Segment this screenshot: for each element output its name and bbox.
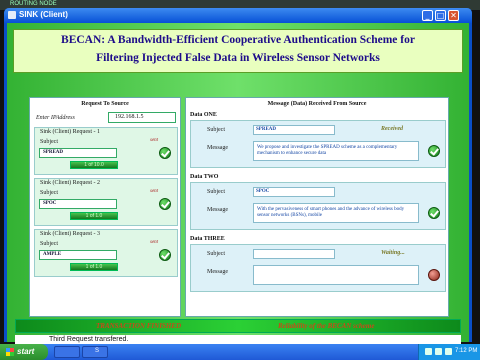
- start-label: start: [17, 347, 35, 356]
- security-icon[interactable]: [445, 348, 452, 355]
- data-three-status: Waiting...: [381, 250, 405, 256]
- window-title: SINK (Client): [19, 10, 68, 19]
- request-subject-label: Subject: [40, 241, 58, 247]
- request-panel-title: Request To Source: [81, 101, 129, 107]
- message-label: Message: [207, 269, 228, 275]
- request-sent-label: sent: [150, 138, 159, 143]
- taskbar-button-1[interactable]: [54, 346, 80, 358]
- request-progress: 1 of 10.0: [70, 161, 118, 169]
- taskbar-button-2[interactable]: S: [82, 346, 108, 358]
- routing-node-label: ROUTING NODE: [10, 1, 57, 7]
- request-subject-label: Subject: [40, 190, 58, 196]
- received-panel-title: Message (Data) Received From Source: [267, 101, 367, 107]
- check-circle-icon: [159, 249, 171, 261]
- data-three-subject[interactable]: [253, 249, 335, 259]
- subject-label: Subject: [207, 251, 225, 257]
- request-title: Sink (Client) Request - 1: [40, 129, 100, 135]
- status-strip: TRANSACTION FINISHED Reliability of the …: [15, 319, 461, 333]
- data-two-subject[interactable]: SPOC: [253, 187, 335, 197]
- request-sent-label: sent: [150, 240, 159, 245]
- ip-address-label: Enter IPAddress: [36, 115, 75, 121]
- data-one-label: Data ONE: [190, 112, 217, 118]
- system-tray: 7:12 PM: [418, 344, 480, 360]
- request-subject-input[interactable]: SPOC: [39, 199, 117, 209]
- request-subject-input[interactable]: AMPLE: [39, 250, 117, 260]
- message-label: Message: [207, 207, 228, 213]
- network-icon[interactable]: [425, 348, 432, 355]
- data-three-message[interactable]: [253, 265, 419, 285]
- check-circle-icon: [159, 147, 171, 159]
- request-subject-label: Subject: [40, 139, 58, 145]
- request-subject-input[interactable]: SPREAD: [39, 148, 117, 158]
- minimize-button[interactable]: _: [422, 10, 433, 21]
- request-progress-text: 1 of 1.0: [85, 213, 103, 219]
- data-two-message[interactable]: With the pervasiveness of smart phones a…: [253, 203, 419, 223]
- received-panel: Message (Data) Received From Source Data…: [185, 97, 449, 317]
- scheme-status: Reliability of the BECAN scheme: [278, 322, 375, 330]
- data-one-box: Subject SPREAD Received Message We propo…: [190, 120, 446, 168]
- message-label: Message: [207, 145, 228, 151]
- title-banner: BECAN: A Bandwidth-Efficient Cooperative…: [13, 29, 463, 73]
- transaction-status: TRANSACTION FINISHED: [96, 322, 181, 330]
- clock: 7:12 PM: [455, 348, 478, 354]
- request-sent-label: sent: [150, 189, 159, 194]
- banner-line-1: BECAN: A Bandwidth-Efficient Cooperative…: [61, 34, 415, 46]
- volume-icon[interactable]: [435, 348, 442, 355]
- windows-logo-icon: [6, 348, 14, 356]
- close-button[interactable]: ✕: [448, 10, 459, 21]
- data-one-subject[interactable]: SPREAD: [253, 125, 335, 135]
- data-one-message[interactable]: We propose and investigate the SPREAD sc…: [253, 141, 419, 161]
- sink-window: SINK (Client) _ □ ✕ BECAN: A Bandwidth-E…: [4, 8, 472, 347]
- request-title: Sink (Client) Request - 3: [40, 231, 100, 237]
- data-three-box: Subject Waiting... Message: [190, 244, 446, 292]
- client-area: BECAN: A Bandwidth-Efficient Cooperative…: [7, 23, 469, 347]
- red-dot-icon: [428, 269, 440, 281]
- subject-label: Subject: [207, 189, 225, 195]
- ip-address-input[interactable]: 192.168.1.5: [108, 112, 176, 123]
- request-progress-text: 1 of 1.0: [85, 264, 103, 270]
- maximize-button[interactable]: □: [435, 10, 446, 21]
- message-bar-text: Third Request transfered.: [49, 336, 129, 343]
- taskbar: start S 7:12 PM: [0, 344, 480, 360]
- request-progress: 1 of 1.0: [70, 212, 118, 220]
- request-box-1: Sink (Client) Request - 1 Subject sent S…: [34, 127, 178, 175]
- subject-label: Subject: [207, 127, 225, 133]
- data-two-label: Data TWO: [190, 174, 219, 180]
- title-bar[interactable]: SINK (Client) _ □ ✕: [4, 8, 472, 23]
- banner-line-2: Filtering Injected False Data in Wireles…: [96, 52, 380, 64]
- taskbar-button-label: S: [95, 348, 100, 354]
- data-three-label: Data THREE: [190, 236, 225, 242]
- data-two-box: Subject SPOC Message With the pervasiven…: [190, 182, 446, 230]
- request-progress-text: 1 of 10.0: [84, 162, 104, 168]
- request-panel: Request To Source Enter IPAddress 192.16…: [29, 97, 181, 317]
- check-circle-icon: [428, 145, 440, 157]
- data-one-status: Received: [381, 126, 403, 132]
- start-button[interactable]: start: [0, 344, 48, 360]
- check-circle-icon: [428, 207, 440, 219]
- request-box-3: Sink (Client) Request - 3 Subject sent A…: [34, 229, 178, 277]
- check-circle-icon: [159, 198, 171, 210]
- app-icon: [8, 11, 16, 19]
- request-progress: 1 of 1.0: [70, 263, 118, 271]
- request-box-2: Sink (Client) Request - 2 Subject sent S…: [34, 178, 178, 226]
- request-title: Sink (Client) Request - 2: [40, 180, 100, 186]
